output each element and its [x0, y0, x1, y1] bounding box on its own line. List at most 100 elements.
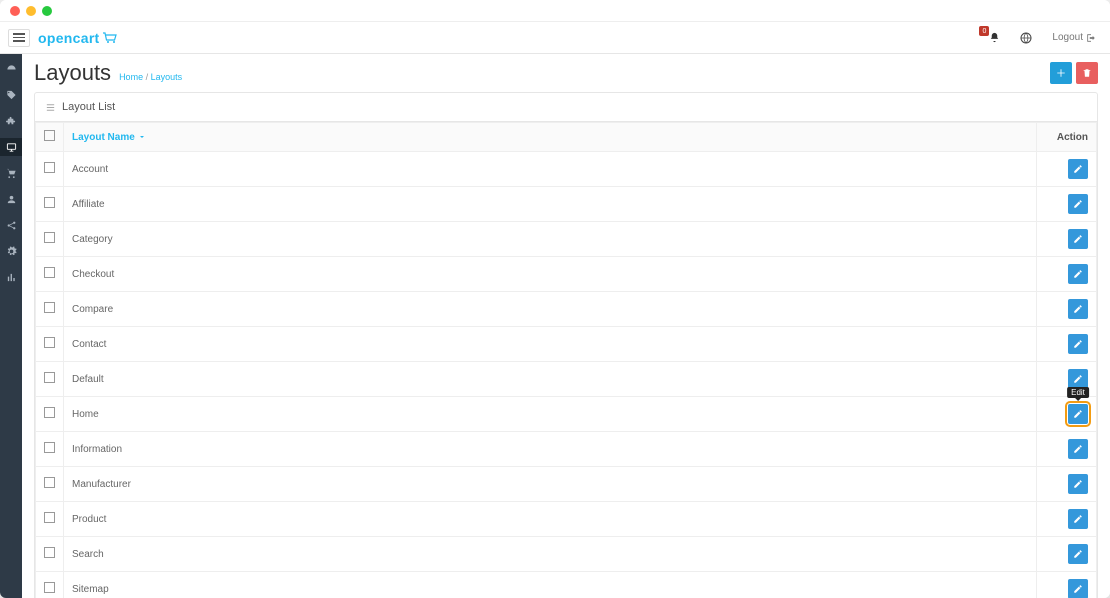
table-row: Category [36, 222, 1097, 257]
row-checkbox[interactable] [44, 267, 55, 278]
edit-button[interactable] [1068, 159, 1088, 179]
table-row: Compare [36, 292, 1097, 327]
table-row: Sitemap [36, 572, 1097, 598]
sidebar-item-dashboard[interactable] [0, 60, 22, 78]
row-checkbox[interactable] [44, 442, 55, 453]
edit-button[interactable] [1068, 579, 1088, 598]
sidebar-item-design[interactable] [0, 138, 22, 156]
select-all-checkbox[interactable] [44, 130, 55, 141]
edit-button[interactable] [1068, 194, 1088, 214]
bell-icon [989, 32, 1000, 43]
chevron-down-icon [138, 133, 146, 141]
row-checkbox[interactable] [44, 512, 55, 523]
table-row: Search [36, 537, 1097, 572]
row-checkbox[interactable] [44, 372, 55, 383]
col-header-action: Action [1037, 123, 1097, 152]
cart-icon [102, 32, 118, 44]
table-row: Information [36, 432, 1097, 467]
edit-button[interactable] [1068, 369, 1088, 389]
share-icon [6, 220, 17, 231]
add-button[interactable] [1050, 62, 1072, 84]
row-name: Checkout [64, 257, 1037, 292]
row-checkbox[interactable] [44, 232, 55, 243]
page-title: Layouts [34, 60, 111, 86]
notifications-badge: 0 [979, 26, 989, 36]
row-name: Category [64, 222, 1037, 257]
breadcrumb: Home / Layouts [119, 72, 182, 82]
sidebar-item-extensions[interactable] [0, 112, 22, 130]
logout-link[interactable]: Logout [1046, 28, 1102, 47]
sidebar-item-catalog[interactable] [0, 86, 22, 104]
plus-icon [1056, 68, 1066, 78]
row-checkbox[interactable] [44, 547, 55, 558]
edit-button[interactable] [1068, 334, 1088, 354]
pencil-icon [1073, 479, 1083, 489]
list-icon [45, 102, 56, 113]
bar-chart-icon [6, 272, 17, 283]
trash-icon [1082, 68, 1092, 78]
row-checkbox[interactable] [44, 302, 55, 313]
sidebar-nav [0, 54, 22, 598]
edit-button[interactable] [1068, 299, 1088, 319]
row-name: Contact [64, 327, 1037, 362]
table-row: Checkout [36, 257, 1097, 292]
row-name: Compare [64, 292, 1037, 327]
pencil-icon [1073, 549, 1083, 559]
edit-button[interactable] [1068, 509, 1088, 529]
menu-toggle-button[interactable] [8, 29, 30, 47]
row-checkbox[interactable] [44, 407, 55, 418]
notifications-button[interactable]: 0 [983, 28, 1006, 47]
row-name: Home [64, 397, 1037, 432]
table-row: Account [36, 152, 1097, 187]
row-checkbox[interactable] [44, 582, 55, 593]
pencil-icon [1073, 304, 1083, 314]
window-close-icon[interactable] [10, 6, 20, 16]
window-max-icon[interactable] [42, 6, 52, 16]
pencil-icon [1073, 444, 1083, 454]
breadcrumb-current[interactable]: Layouts [151, 72, 183, 82]
row-name: Default [64, 362, 1037, 397]
table-row: Product [36, 502, 1097, 537]
sidebar-item-system[interactable] [0, 242, 22, 260]
sidebar-item-reports[interactable] [0, 268, 22, 286]
pencil-icon [1073, 339, 1083, 349]
puzzle-icon [6, 116, 17, 127]
row-checkbox[interactable] [44, 477, 55, 488]
window-titlebar [0, 0, 1110, 22]
table-row: Manufacturer [36, 467, 1097, 502]
monitor-icon [6, 142, 17, 153]
sidebar-item-sales[interactable] [0, 164, 22, 182]
sidebar-item-marketing[interactable] [0, 216, 22, 234]
edit-button[interactable] [1068, 264, 1088, 284]
brand-text: opencart [38, 30, 100, 46]
window-min-icon[interactable] [26, 6, 36, 16]
pencil-icon [1073, 199, 1083, 209]
pencil-icon [1073, 269, 1083, 279]
panel-title: Layout List [62, 101, 115, 113]
sidebar-item-customers[interactable] [0, 190, 22, 208]
dashboard-icon [6, 64, 17, 75]
brand-logo[interactable]: opencart [38, 30, 118, 46]
breadcrumb-home[interactable]: Home [119, 72, 143, 82]
edit-button[interactable] [1068, 229, 1088, 249]
layout-table: Layout Name Action AccountAffiliateCateg… [35, 122, 1097, 598]
row-name: Affiliate [64, 187, 1037, 222]
gear-icon [6, 246, 17, 257]
row-checkbox[interactable] [44, 337, 55, 348]
edit-tooltip: Edit [1067, 387, 1089, 398]
tags-icon [6, 90, 17, 101]
edit-button[interactable] [1068, 474, 1088, 494]
edit-button[interactable] [1068, 439, 1088, 459]
row-checkbox[interactable] [44, 162, 55, 173]
edit-button[interactable]: Edit [1068, 404, 1088, 424]
delete-button[interactable] [1076, 62, 1098, 84]
row-checkbox[interactable] [44, 197, 55, 208]
pencil-icon [1073, 234, 1083, 244]
col-header-name[interactable]: Layout Name [64, 123, 1037, 152]
storefront-link[interactable] [1014, 28, 1038, 48]
edit-button[interactable] [1068, 544, 1088, 564]
table-row: Affiliate [36, 187, 1097, 222]
table-row: Default [36, 362, 1097, 397]
table-row: Contact [36, 327, 1097, 362]
pencil-icon [1073, 374, 1083, 384]
